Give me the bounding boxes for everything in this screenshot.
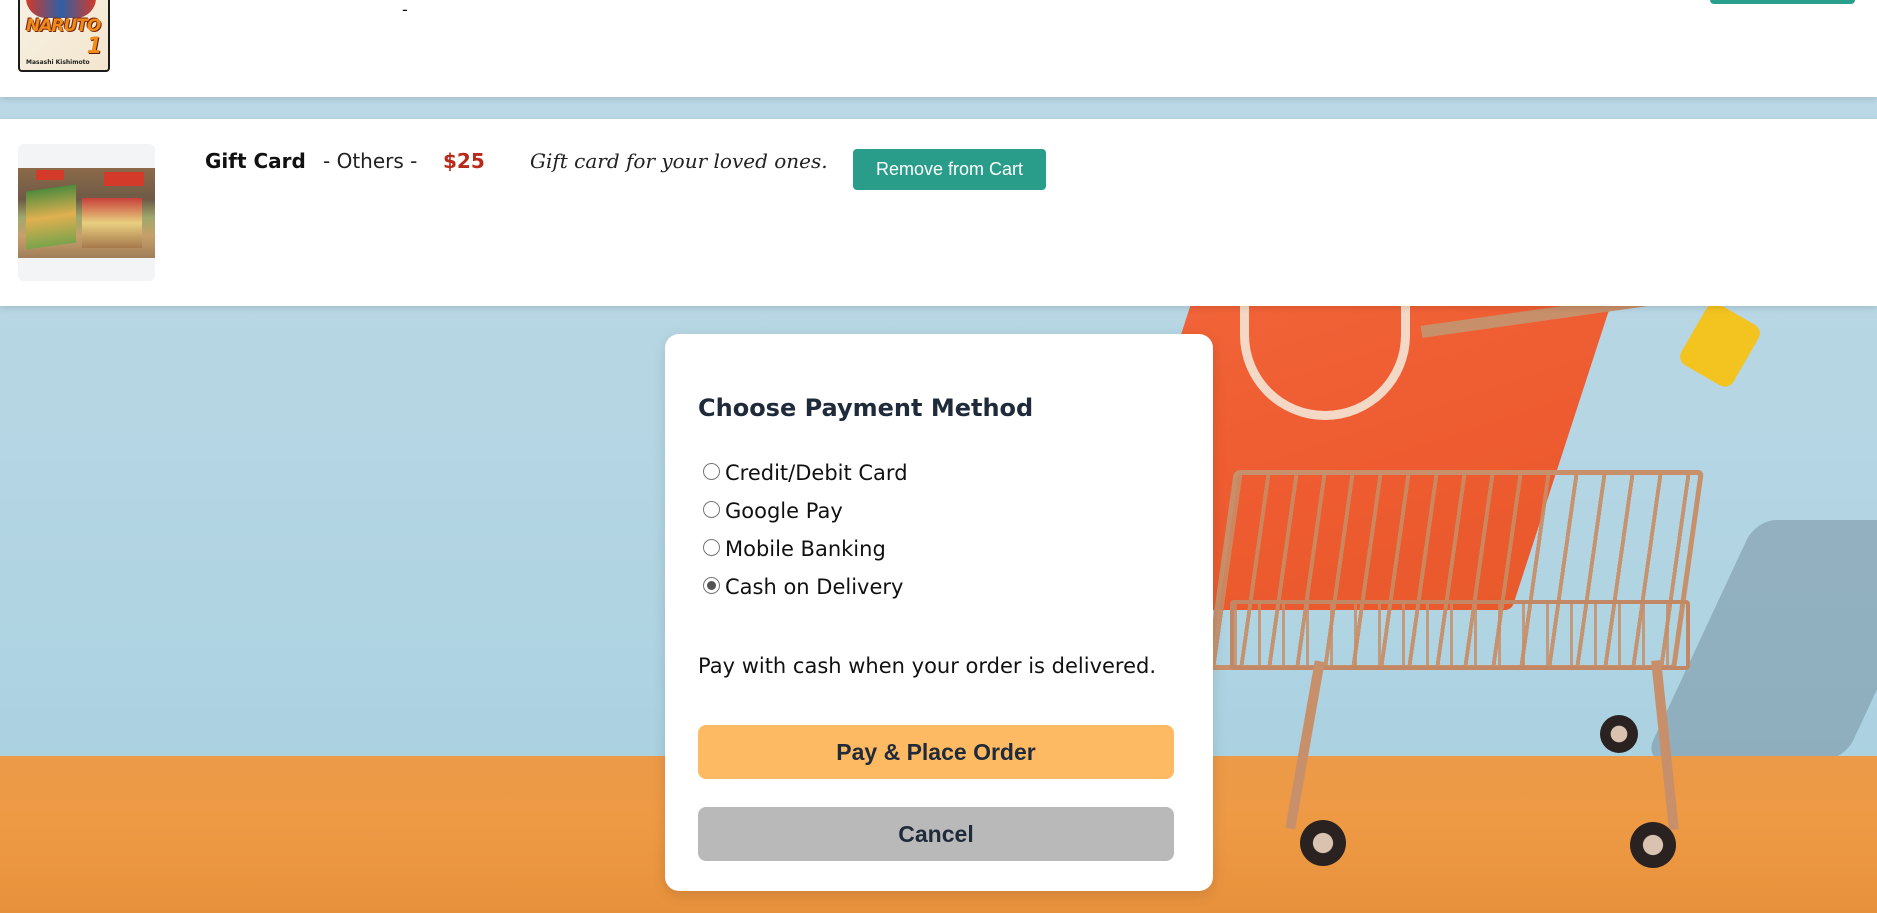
payment-option-label: Credit/Debit Card [725, 461, 908, 485]
radio-button[interactable] [703, 539, 720, 556]
payment-modal-title: Choose Payment Method [698, 394, 1034, 422]
payment-option-label: Google Pay [725, 499, 843, 523]
gift-card-thumbnail [18, 168, 155, 258]
cart-item-row-previous: NARUTO 1 Masashi Kishimoto - [0, 0, 1877, 97]
item-name: Gift Card [205, 149, 306, 173]
naruto-book-thumbnail: NARUTO 1 Masashi Kishimoto [18, 0, 110, 72]
item-separator: - [402, 0, 408, 19]
payment-method-note: Pay with cash when your order is deliver… [698, 654, 1157, 678]
payment-option-cash-on-delivery[interactable]: Cash on Delivery [703, 568, 908, 606]
payment-option-label: Cash on Delivery [725, 575, 904, 599]
cancel-button[interactable]: Cancel [698, 807, 1174, 861]
item-category: - Others - [323, 149, 418, 173]
item-thumbnail-container [18, 144, 155, 281]
payment-option-google-pay[interactable]: Google Pay [703, 492, 908, 530]
item-description: Gift card for your loved ones. [530, 149, 828, 173]
radio-button[interactable] [703, 463, 720, 480]
item-price: $25 [443, 149, 485, 173]
remove-from-cart-button-previous[interactable] [1710, 0, 1855, 4]
payment-options: Credit/Debit Card Google Pay Mobile Bank… [703, 454, 908, 606]
payment-option-label: Mobile Banking [725, 537, 886, 561]
cart-wheel [1630, 822, 1676, 868]
radio-button[interactable] [703, 501, 720, 518]
remove-from-cart-button[interactable]: Remove from Cart [853, 149, 1046, 190]
cart-wheel [1600, 715, 1638, 753]
payment-option-mobile-banking[interactable]: Mobile Banking [703, 530, 908, 568]
cart-item-row: Gift Card - Others - $25 Gift card for y… [0, 119, 1877, 306]
radio-button-selected[interactable] [703, 577, 720, 594]
cart-lower-rack [1230, 600, 1690, 670]
pay-place-order-button[interactable]: Pay & Place Order [698, 725, 1174, 779]
cart-wheel [1300, 820, 1346, 866]
payment-option-card[interactable]: Credit/Debit Card [703, 454, 908, 492]
payment-modal: Choose Payment Method Credit/Debit Card … [665, 334, 1213, 891]
